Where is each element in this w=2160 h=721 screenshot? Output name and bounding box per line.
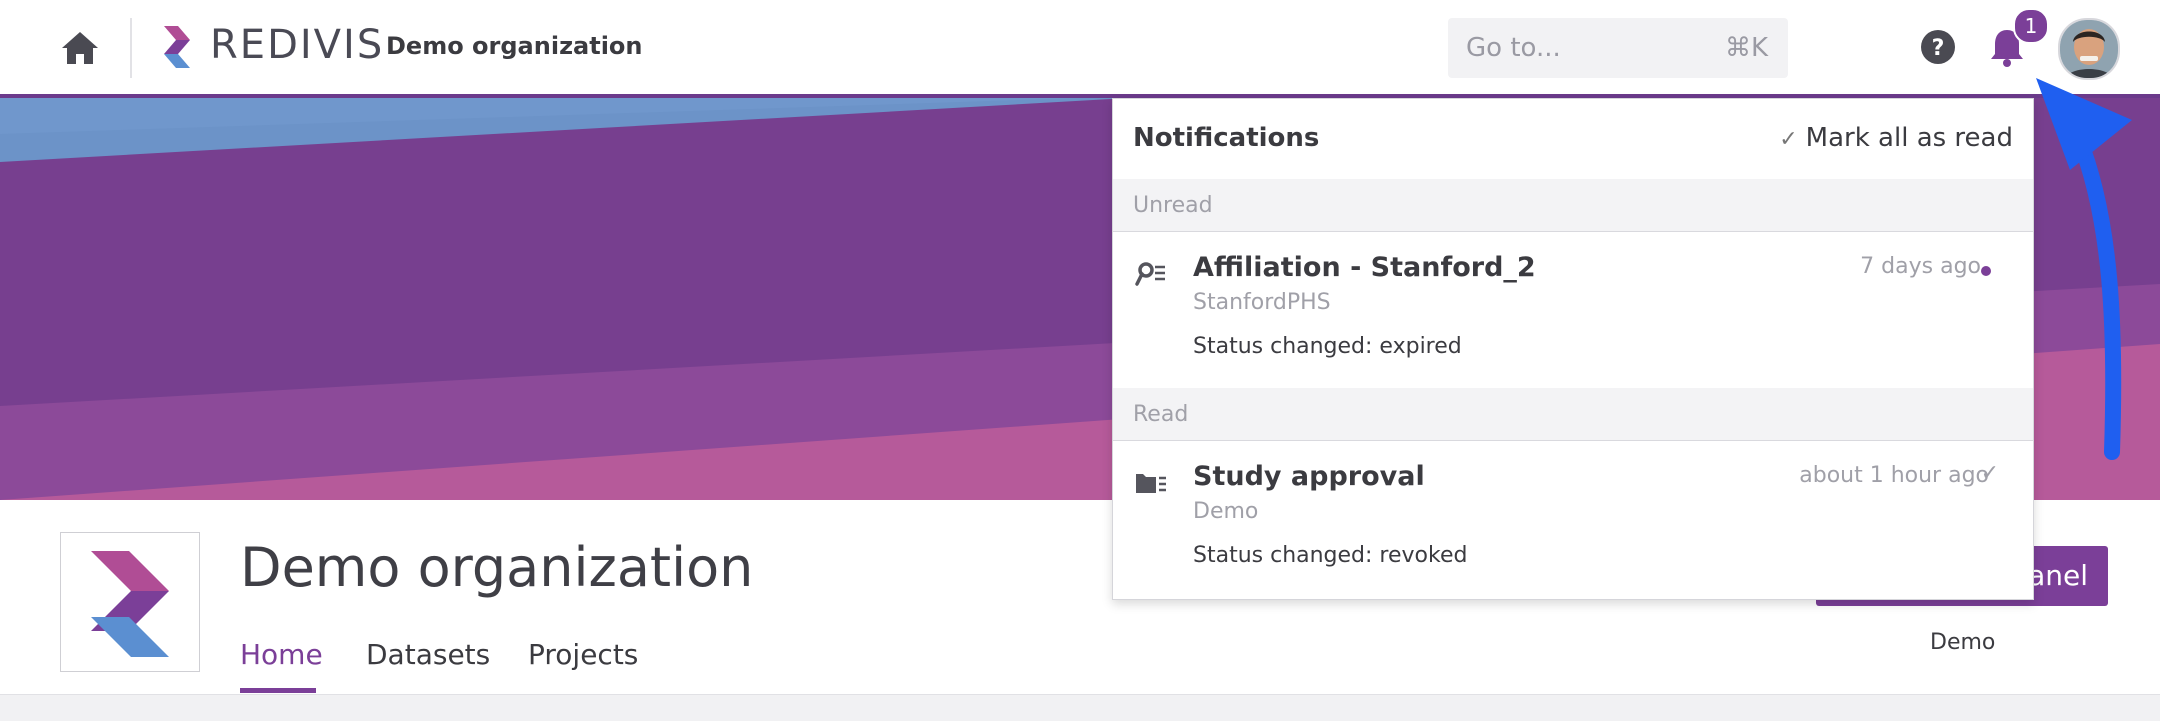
notification-item[interactable]: Affiliation - Stanford_2 StanfordPHS Sta… [1113, 232, 2033, 388]
home-icon[interactable] [58, 28, 102, 68]
tab-projects[interactable]: Projects [528, 638, 638, 671]
notification-title: Affiliation - Stanford_2 [1193, 252, 1536, 283]
section-header-read: Read [1113, 388, 2033, 441]
folder-icon [1135, 469, 1167, 497]
tab-datasets[interactable]: Datasets [366, 638, 490, 671]
read-check-icon[interactable]: ✓ [1981, 461, 1999, 486]
search-input[interactable]: Go to... ⌘K [1448, 18, 1788, 78]
checkmark-icon: ✓ [1779, 127, 1798, 152]
notification-count-badge: 1 [2013, 8, 2049, 44]
notifications-title: Notifications [1133, 123, 1320, 153]
search-placeholder: Go to... [1466, 33, 1561, 63]
notification-body: Status changed: expired [1193, 334, 1462, 359]
admin-panel-label: anel [2028, 559, 2088, 592]
brand-name[interactable]: REDIVIS [210, 22, 384, 68]
notification-item[interactable]: Study approval Demo Status changed: revo… [1113, 441, 2033, 597]
notifications-dropdown: Notifications ✓ Mark all as read Unread A… [1112, 98, 2034, 600]
tab-home[interactable]: Home [240, 638, 323, 671]
active-tab-indicator [240, 688, 316, 693]
annotation-arrow-icon [2020, 70, 2160, 470]
notification-source: Demo [1193, 499, 1259, 524]
section-label: Read [1133, 402, 1189, 427]
top-navbar: REDIVIS Demo organization Go to... ⌘K ? … [0, 0, 2160, 94]
page-title: Demo organization [240, 536, 754, 599]
svg-text:?: ? [1932, 36, 1945, 61]
org-breadcrumb[interactable]: Demo organization [386, 32, 643, 60]
section-header-unread: Unread [1113, 179, 2033, 232]
notifications-header: Notifications ✓ Mark all as read [1113, 99, 2033, 180]
key-icon [1135, 260, 1167, 288]
unread-dot-icon[interactable] [1981, 266, 1991, 276]
notification-time: 7 days ago [1860, 254, 1981, 279]
notification-time: about 1 hour ago [1799, 463, 1989, 488]
notification-source: StanfordPHS [1193, 290, 1331, 315]
notification-title: Study approval [1193, 461, 1425, 492]
help-icon[interactable]: ? [1920, 29, 1956, 65]
page-content-area [0, 694, 2160, 721]
section-label: Unread [1133, 193, 1213, 218]
nav-divider [130, 18, 132, 78]
notification-body: Status changed: revoked [1193, 543, 1468, 568]
admin-caption: Demo [1930, 630, 1996, 655]
org-logo [60, 532, 200, 672]
mark-all-read-label: Mark all as read [1805, 123, 2013, 153]
mark-all-read-button[interactable]: ✓ Mark all as read [1779, 123, 2013, 153]
redivis-logo-icon[interactable] [160, 24, 200, 70]
search-shortcut: ⌘K [1724, 33, 1768, 63]
